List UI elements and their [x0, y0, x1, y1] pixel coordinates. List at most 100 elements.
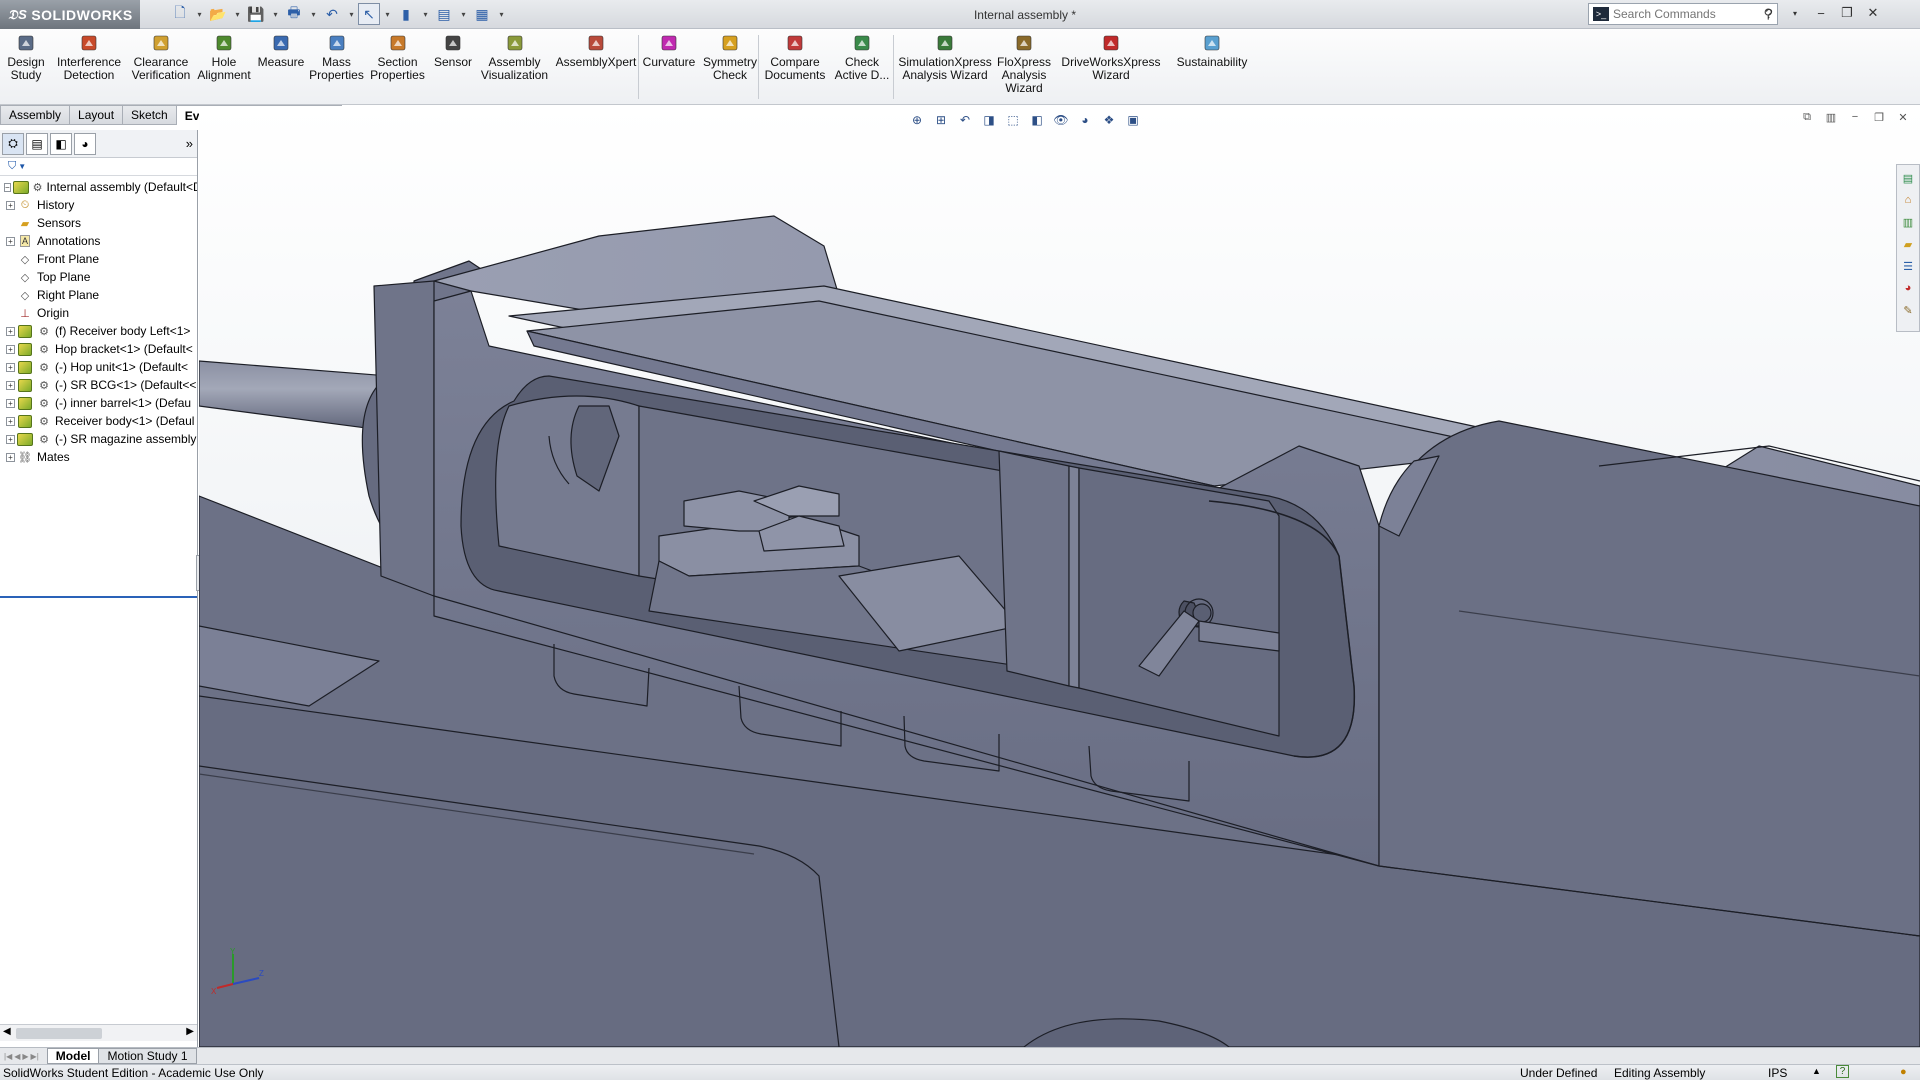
view-settings-icon[interactable]: ▣: [1123, 111, 1143, 129]
dropdown-arrow-icon[interactable]: ▾: [496, 3, 506, 25]
check-active-document-button[interactable]: Check Active D...: [828, 33, 896, 101]
tree-item[interactable]: ◇ Right Plane: [0, 286, 197, 304]
dropdown-arrow-icon[interactable]: ▾: [308, 3, 318, 25]
feature-manager-tab-icon[interactable]: ⛭: [2, 132, 24, 155]
units-dropdown-icon[interactable]: ▲: [1812, 1066, 1821, 1076]
hide-show-items-icon[interactable]: 👁: [1051, 111, 1071, 129]
viewport-restore-icon[interactable]: ❐: [1872, 110, 1886, 124]
expand-toggle-icon[interactable]: +: [6, 452, 15, 462]
tree-item[interactable]: ◇ Front Plane: [0, 250, 197, 268]
edit-appearance-icon[interactable]: ◕: [1075, 111, 1095, 129]
new-icon[interactable]: 🗋: [168, 3, 192, 25]
expand-toggle-icon[interactable]: +: [6, 236, 15, 246]
dropdown-arrow-icon[interactable]: ▾: [458, 3, 468, 25]
tab-scroll-buttons[interactable]: |◀ ◀ ▶ ▶|: [4, 1052, 39, 1061]
display-style-icon[interactable]: ◧: [1027, 111, 1047, 129]
tab-sketch[interactable]: Sketch: [123, 105, 177, 125]
section-properties-button[interactable]: Section Properties: [365, 33, 430, 101]
section-view-icon[interactable]: ◨: [979, 111, 999, 129]
sensor-button[interactable]: Sensor: [430, 33, 476, 101]
design-library-icon[interactable]: ▥: [1899, 213, 1917, 231]
scroll-right-icon[interactable]: ▶: [186, 1026, 194, 1037]
expand-toggle-icon[interactable]: −: [4, 182, 11, 192]
solidworks-logo[interactable]: 𝔇S SOLIDWORKS: [0, 0, 140, 29]
tree-item[interactable]: ⊥ Origin: [0, 304, 197, 322]
dropdown-arrow-icon[interactable]: ▾: [194, 3, 204, 25]
compare-documents-button[interactable]: Compare Documents: [762, 33, 828, 101]
tree-item[interactable]: ▰ Sensors: [0, 214, 197, 232]
apply-scene-icon[interactable]: ❖: [1099, 111, 1119, 129]
design-study-button[interactable]: Design Study: [0, 33, 52, 101]
simulationxpress-button[interactable]: SimulationXpress Analysis Wizard: [896, 33, 994, 101]
quick-tips-icon[interactable]: ?: [1836, 1065, 1849, 1078]
tree-item[interactable]: − ⚙ Internal assembly (Default<D: [0, 178, 197, 196]
file-properties-icon[interactable]: ▤: [432, 3, 456, 25]
split-icon[interactable]: ▥: [1824, 110, 1838, 124]
expand-toggle-icon[interactable]: +: [6, 380, 15, 390]
scrollbar-thumb[interactable]: [16, 1028, 102, 1039]
tree-item[interactable]: + ⚙ Hop bracket<1> (Default<: [0, 340, 197, 358]
custom-properties-icon[interactable]: ✎: [1899, 301, 1917, 319]
tree-item[interactable]: + ⛓ Mates: [0, 448, 197, 466]
tree-item[interactable]: + A Annotations: [0, 232, 197, 250]
viewport-minimize-icon[interactable]: −: [1848, 110, 1862, 124]
tile-icon[interactable]: ⧉: [1800, 110, 1814, 124]
interference-detection-button[interactable]: Interference Detection: [52, 33, 126, 101]
minimize-icon[interactable]: −: [1812, 4, 1830, 22]
dropdown-arrow-icon[interactable]: ▾: [346, 3, 356, 25]
scroll-left-icon[interactable]: ◀: [3, 1026, 11, 1037]
hole-alignment-button[interactable]: Hole Alignment: [196, 33, 252, 101]
dropdown-arrow-icon[interactable]: ▾: [420, 3, 430, 25]
tree-item[interactable]: + ⚙ (-) SR magazine assembly: [0, 430, 197, 448]
help-icon[interactable]: ?: [1760, 4, 1778, 22]
search-commands-input[interactable]: [1613, 7, 1753, 21]
sustainability-button[interactable]: Sustainability: [1170, 33, 1254, 101]
viewport-close-icon[interactable]: ✕: [1896, 110, 1910, 124]
tree-item[interactable]: ◇ Top Plane: [0, 268, 197, 286]
status-units[interactable]: IPS: [1768, 1066, 1787, 1080]
clearance-verification-button[interactable]: Clearance Verification: [126, 33, 196, 101]
graphics-viewport[interactable]: ⊕ ⊞ ↶ ◨ ⬚ ◧ 👁 ◕ ❖ ▣ ⧉ ▥ − ❐ ✕ ▤ ⌂ ▥ ▰ ☰ …: [199, 106, 1920, 1047]
view-palette-icon[interactable]: ☰: [1899, 257, 1917, 275]
file-explorer-icon[interactable]: ▰: [1899, 235, 1917, 253]
tree-item[interactable]: + ⚙ (f) Receiver body Left<1>: [0, 322, 197, 340]
assembly-visualization-button[interactable]: Assembly Visualization: [476, 33, 553, 101]
zoom-to-area-icon[interactable]: ⊞: [931, 111, 951, 129]
dropdown-arrow-icon[interactable]: ▾: [232, 3, 242, 25]
tab-layout[interactable]: Layout: [70, 105, 124, 125]
driveworksxpress-button[interactable]: DriveWorksXpress Wizard: [1055, 33, 1167, 101]
tree-item[interactable]: + ⚙ (-) SR BCG<1> (Default<<: [0, 376, 197, 394]
open-icon[interactable]: 📂: [206, 3, 230, 25]
view-orientation-icon[interactable]: ⬚: [1003, 111, 1023, 129]
rebuild-status-icon[interactable]: ●: [1900, 1066, 1907, 1078]
symmetry-check-button[interactable]: Symmetry Check: [698, 33, 762, 101]
close-icon[interactable]: ✕: [1864, 4, 1882, 22]
bottom-tab-model[interactable]: Model: [46, 1048, 100, 1064]
expand-toggle-icon[interactable]: +: [6, 434, 15, 444]
undo-icon[interactable]: ↶: [320, 3, 344, 25]
search-commands-box[interactable]: >_ ⚲: [1588, 3, 1778, 25]
expand-toggle-icon[interactable]: +: [6, 362, 15, 372]
assembly-model-view[interactable]: [199, 106, 1920, 1047]
rebuild-icon[interactable]: ▮: [394, 3, 418, 25]
expand-toggle-icon[interactable]: +: [6, 344, 15, 354]
zoom-to-fit-icon[interactable]: ⊕: [907, 111, 927, 129]
bottom-tab-motion-study-1[interactable]: Motion Study 1: [98, 1048, 197, 1064]
dropdown-arrow-icon[interactable]: ▾: [382, 3, 392, 25]
tree-item[interactable]: + ⚙ (-) inner barrel<1> (Defau: [0, 394, 197, 412]
print-icon[interactable]: 🖶: [282, 3, 306, 25]
tree-item[interactable]: + ⚙ Receiver body<1> (Defaul: [0, 412, 197, 430]
home-icon[interactable]: ⌂: [1899, 191, 1917, 209]
expand-panel-icon[interactable]: »: [186, 136, 193, 151]
select-icon[interactable]: ↖: [358, 3, 380, 25]
curvature-button[interactable]: Curvature: [640, 33, 698, 101]
expand-toggle-icon[interactable]: +: [6, 200, 15, 210]
display-manager-tab-icon[interactable]: ◕: [74, 132, 96, 155]
mass-properties-button[interactable]: Mass Properties: [308, 33, 365, 101]
configuration-manager-tab-icon[interactable]: ◧: [50, 132, 72, 155]
tab-assembly[interactable]: Assembly: [0, 105, 71, 125]
floxpress-button[interactable]: FloXpress Analysis Wizard: [994, 33, 1054, 101]
expand-toggle-icon[interactable]: +: [6, 398, 15, 408]
tree-item[interactable]: + ⚙ (-) Hop unit<1> (Default<: [0, 358, 197, 376]
restore-icon[interactable]: ❐: [1838, 4, 1856, 22]
